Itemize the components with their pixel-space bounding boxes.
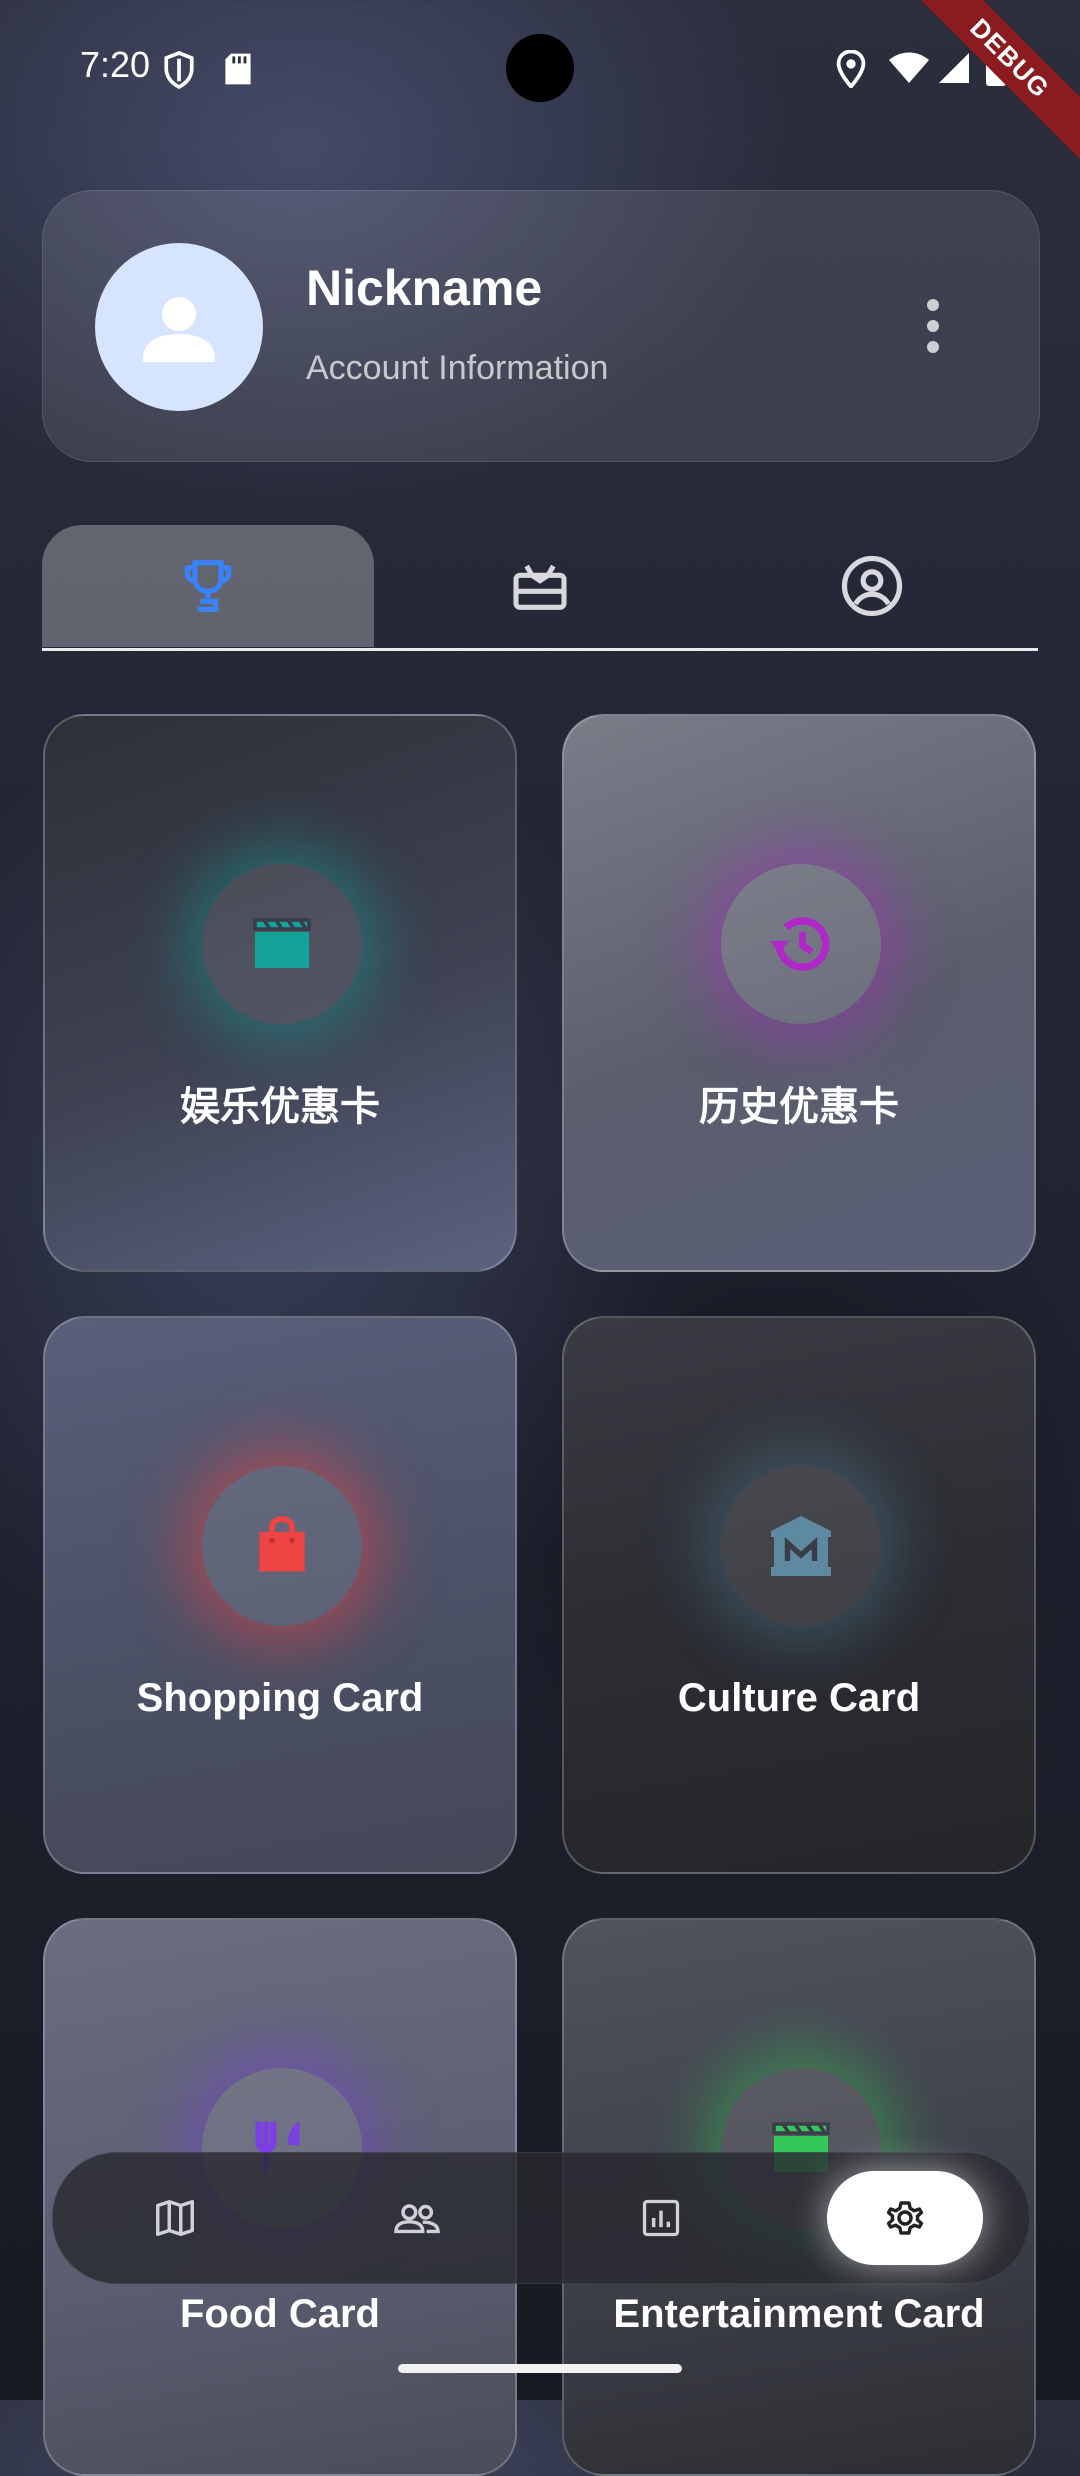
museum-icon	[771, 1516, 831, 1576]
more-vert-icon[interactable]	[913, 286, 953, 366]
history-icon	[770, 917, 830, 971]
group-icon	[394, 2204, 440, 2234]
nav-map[interactable]	[95, 2153, 255, 2283]
status-time: 7:20	[80, 44, 151, 85]
card-icon-badge	[721, 1466, 881, 1626]
card-label: Entertainment Card	[613, 2292, 985, 2336]
front-camera	[506, 34, 574, 102]
nav-settings[interactable]	[827, 2171, 983, 2265]
settings-icon	[886, 2201, 924, 2235]
nav-group[interactable]	[337, 2153, 497, 2283]
card-entertainment-discount[interactable]: 娱乐优惠卡	[43, 714, 517, 1272]
movie-clapper-icon	[253, 918, 311, 968]
card-label: 娱乐优惠卡	[180, 1085, 380, 1129]
trophy-icon	[184, 560, 232, 612]
nav-analytics[interactable]	[581, 2153, 741, 2283]
card-label: Shopping Card	[136, 1676, 424, 1720]
avatar[interactable]	[95, 243, 263, 411]
signal-icon	[939, 53, 969, 83]
sd-card-icon	[225, 53, 251, 85]
wifi-icon	[889, 52, 929, 83]
card-culture[interactable]: Culture Card	[562, 1316, 1036, 1874]
profile-card[interactable]: Nickname Account Information	[42, 190, 1040, 462]
card-icon-badge	[721, 864, 881, 1024]
card-label: 历史优惠卡	[699, 1085, 899, 1129]
card-label: Food Card	[180, 2292, 380, 2336]
tab-account[interactable]	[706, 525, 1038, 647]
status-bar: 7:20 DEBUG	[0, 0, 1080, 180]
tab-bar	[42, 525, 1038, 651]
tab-gift-card[interactable]	[374, 525, 706, 647]
nickname: Nickname	[306, 260, 543, 316]
card-label: Culture Card	[677, 1676, 921, 1720]
debug-banner: DEBUG	[888, 0, 1080, 180]
shield-icon	[164, 51, 194, 90]
location-icon	[836, 50, 866, 88]
card-icon-badge	[202, 1466, 362, 1626]
tab-underline	[42, 648, 1038, 651]
account-info-label: Account Information	[306, 349, 609, 387]
person-icon	[143, 297, 215, 362]
map-icon	[156, 2199, 194, 2237]
tab-trophy[interactable]	[42, 525, 374, 647]
shopping-bag-icon	[259, 1516, 305, 1572]
analytics-icon	[642, 2199, 680, 2237]
gift-card-icon	[513, 564, 567, 610]
home-indicator[interactable]	[398, 2364, 682, 2373]
card-shopping[interactable]: Shopping Card	[43, 1316, 517, 1874]
card-history-discount[interactable]: 历史优惠卡	[562, 714, 1036, 1272]
bottom-nav-bar	[52, 2152, 1030, 2284]
card-icon-badge	[202, 864, 362, 1024]
account-circle-icon	[841, 555, 903, 617]
